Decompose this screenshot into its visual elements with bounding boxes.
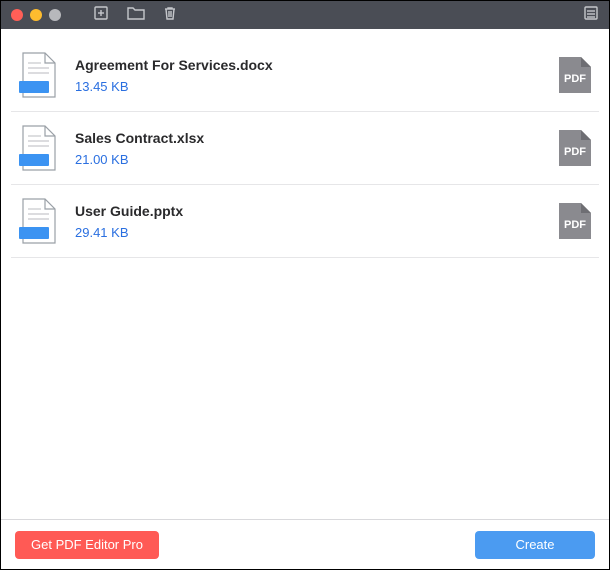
create-button[interactable]: Create	[475, 531, 595, 559]
document-icon	[17, 51, 61, 99]
pdf-output-icon: PDF	[557, 128, 593, 168]
add-file-icon[interactable]	[93, 5, 109, 26]
file-name: User Guide.pptx	[75, 203, 543, 219]
list-item[interactable]: User Guide.pptx 29.41 KB PDF	[11, 185, 599, 258]
window-controls	[11, 9, 61, 21]
file-name: Sales Contract.xlsx	[75, 130, 543, 146]
file-name: Agreement For Services.docx	[75, 57, 543, 73]
file-list: Agreement For Services.docx 13.45 KB PDF	[11, 39, 599, 258]
app-window: Agreement For Services.docx 13.45 KB PDF	[0, 0, 610, 570]
trash-icon[interactable]	[163, 5, 177, 26]
maximize-icon[interactable]	[49, 9, 61, 21]
list-item[interactable]: Sales Contract.xlsx 21.00 KB PDF	[11, 112, 599, 185]
file-size: 13.45 KB	[75, 79, 543, 94]
minimize-icon[interactable]	[30, 9, 42, 21]
file-size: 29.41 KB	[75, 225, 543, 240]
pdf-output-icon: PDF	[557, 55, 593, 95]
document-icon	[17, 124, 61, 172]
file-meta: Agreement For Services.docx 13.45 KB	[75, 57, 543, 94]
list-toggle-icon[interactable]	[583, 5, 599, 26]
footer: Get PDF Editor Pro Create	[1, 519, 609, 569]
close-icon[interactable]	[11, 9, 23, 21]
list-item[interactable]: Agreement For Services.docx 13.45 KB PDF	[11, 39, 599, 112]
folder-icon[interactable]	[127, 5, 145, 26]
file-meta: User Guide.pptx 29.41 KB	[75, 203, 543, 240]
document-icon	[17, 197, 61, 245]
content-area: Agreement For Services.docx 13.45 KB PDF	[1, 29, 609, 519]
svg-text:PDF: PDF	[564, 73, 586, 85]
titlebar	[1, 1, 609, 29]
pdf-output-icon: PDF	[557, 201, 593, 241]
file-meta: Sales Contract.xlsx 21.00 KB	[75, 130, 543, 167]
svg-text:PDF: PDF	[564, 146, 586, 158]
toolbar	[93, 5, 177, 26]
svg-text:PDF: PDF	[564, 219, 586, 231]
file-size: 21.00 KB	[75, 152, 543, 167]
get-pro-button[interactable]: Get PDF Editor Pro	[15, 531, 159, 559]
